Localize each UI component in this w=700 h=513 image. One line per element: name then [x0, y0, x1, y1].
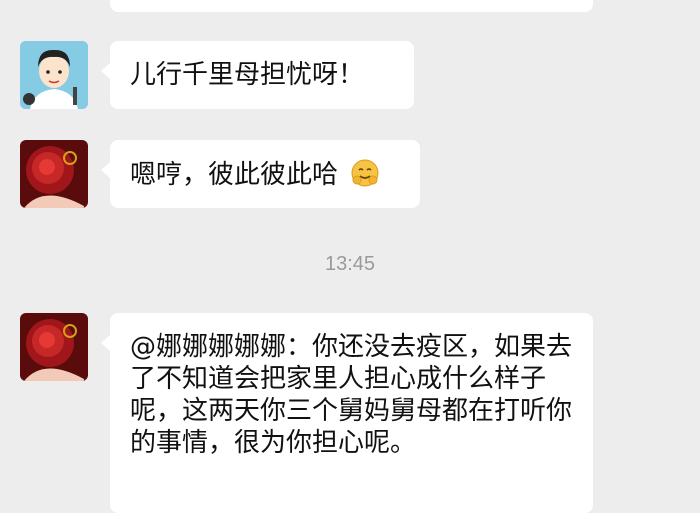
rose-avatar[interactable] — [20, 313, 88, 381]
timestamp: 13:45 — [324, 253, 376, 275]
message-text-2: 嗯哼，彼此彼此哈 — [130, 160, 339, 190]
message-bubble-3[interactable]: @娜娜娜娜娜：你还没去疫区，如果去了不知道会把家里人担心成什么样子呢，这两天你三… — [101, 313, 593, 513]
previous-message-bubble[interactable] — [110, 0, 593, 12]
message-text-3: @娜娜娜娜娜：你还没去疫区，如果去了不知道会把家里人担心成什么样子呢，这两天你三… — [130, 332, 573, 458]
rose-ring-icon — [20, 313, 88, 381]
rose-ring-icon — [20, 140, 88, 208]
message-text-1: 儿行千里母担忧呀！ — [130, 60, 365, 90]
man-avatar[interactable] — [20, 41, 88, 109]
message-bubble-1[interactable]: 儿行千里母担忧呀！ — [101, 41, 414, 109]
hugging-face-emoji-icon — [350, 158, 380, 196]
man-cartoon-icon — [20, 41, 88, 109]
rose-avatar[interactable] — [20, 140, 88, 208]
message-bubble-2[interactable]: 嗯哼，彼此彼此哈 — [101, 140, 420, 208]
